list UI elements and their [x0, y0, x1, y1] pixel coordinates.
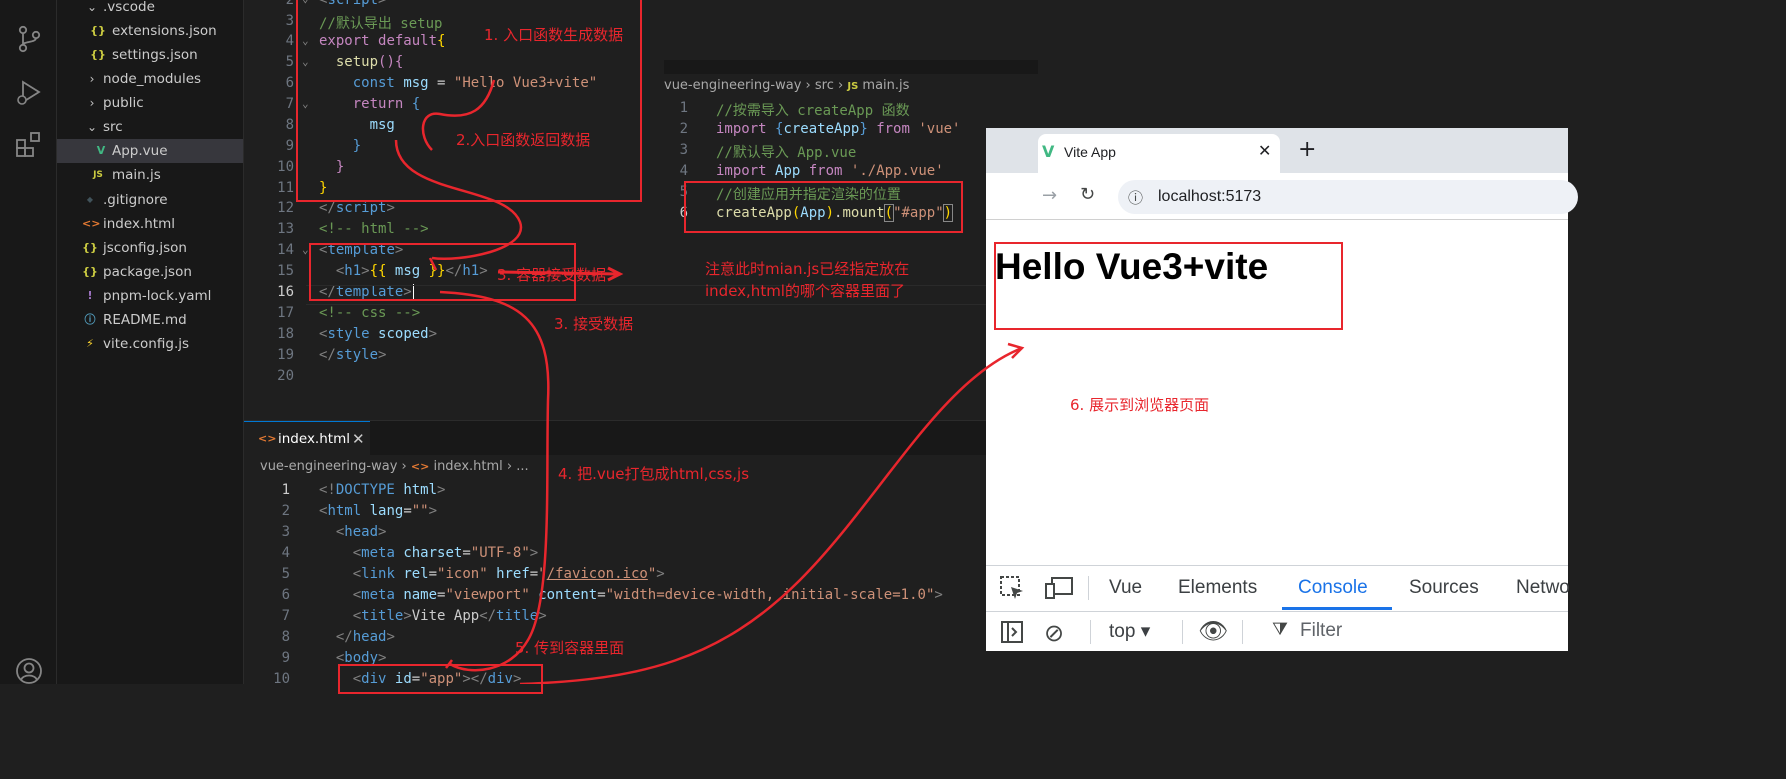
annotation-step-4: 4. 把.vue打包成html,css,js	[558, 465, 750, 483]
annotation-arrows	[394, 79, 1025, 684]
annotation-step-2: 2.入口函数返回数据	[456, 131, 591, 149]
annotation-step-1: 1. 入口函数生成数据	[484, 26, 624, 44]
annotation-step-6: 6. 展示到浏览器页面	[1070, 396, 1210, 414]
annotation-note-line1: 注意此时mian.js已经指定放在	[705, 260, 910, 278]
annotation-note-line2: index,html的哪个容器里面了	[705, 282, 905, 300]
annotation-step-3b: 3. 接受数据	[554, 315, 634, 333]
annotation-step-5: 5. 传到容器里面	[515, 639, 625, 657]
annotation-step-3a: 3. 容器接受数据	[497, 266, 607, 284]
